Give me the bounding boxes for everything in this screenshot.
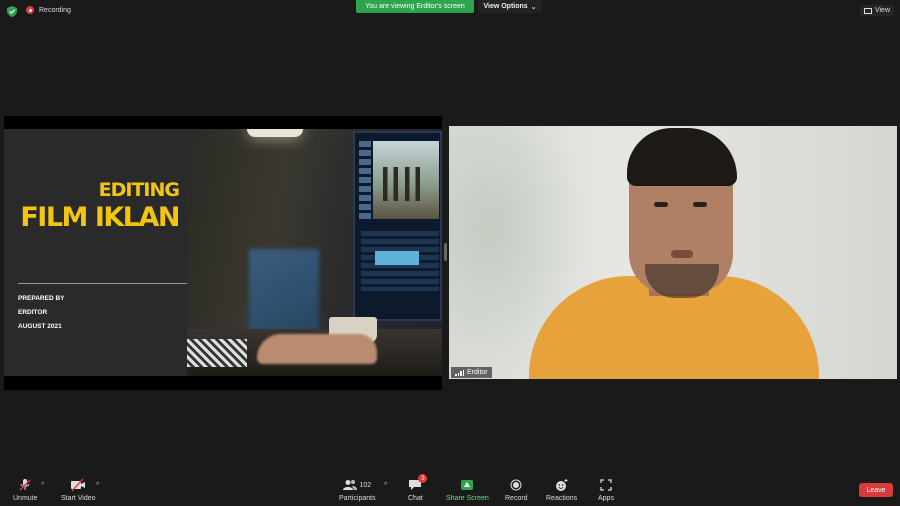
participants-icon-wrap: 102 bbox=[343, 478, 371, 492]
share-screen-label: Share Screen bbox=[446, 495, 489, 502]
unmute-button[interactable]: Unmute bbox=[13, 478, 38, 502]
chevron-down-icon: ⌄ bbox=[530, 3, 537, 11]
chat-button[interactable]: 3 Chat bbox=[408, 474, 428, 502]
participant-name: Erditor bbox=[467, 369, 488, 376]
recording-indicator[interactable]: Recording bbox=[26, 6, 71, 14]
participant-name-tag: Erditor bbox=[451, 367, 492, 378]
participants-count: 102 bbox=[359, 481, 372, 489]
shared-screen: EDITING FILM IKLAN PREPARED BY ERDITOR A… bbox=[4, 116, 442, 390]
view-button[interactable]: View bbox=[859, 5, 894, 16]
grid-view-icon bbox=[863, 7, 872, 14]
audio-options-caret-icon[interactable]: ^ bbox=[41, 482, 44, 489]
start-video-button[interactable]: Start Video bbox=[61, 478, 96, 502]
slide-title-line2: FILM IKLAN bbox=[20, 202, 180, 233]
video-off-icon bbox=[70, 478, 86, 492]
reactions-button[interactable]: Reactions bbox=[546, 478, 577, 502]
sleeve bbox=[187, 339, 247, 367]
reactions-icon bbox=[556, 478, 568, 491]
apps-label: Apps bbox=[598, 495, 614, 502]
security-shield-icon[interactable] bbox=[7, 6, 17, 17]
leave-button[interactable]: Leave bbox=[859, 483, 893, 497]
participant-hair bbox=[627, 128, 737, 186]
share-screen-icon-wrap bbox=[461, 478, 474, 492]
chat-icon-wrap: 3 bbox=[408, 474, 428, 492]
viewing-screen-banner: You are viewing Erditor's screen bbox=[356, 0, 474, 13]
signal-icon bbox=[455, 369, 464, 376]
recording-label: Recording bbox=[39, 6, 71, 14]
apps-icon bbox=[600, 479, 612, 491]
view-options-button[interactable]: View Options ⌄ bbox=[478, 0, 542, 13]
participants-button[interactable]: 102 Participants bbox=[339, 478, 376, 502]
participant-eye bbox=[693, 202, 707, 207]
muted-microphone-icon bbox=[18, 478, 32, 492]
video-options-caret-icon[interactable]: ^ bbox=[96, 482, 99, 489]
slide-prepared-by: PREPARED BY bbox=[18, 295, 65, 302]
monitor-clip bbox=[375, 251, 419, 265]
lamp bbox=[247, 129, 303, 137]
slide-date: AUGUST 2021 bbox=[18, 323, 62, 330]
record-label: Record bbox=[505, 495, 528, 502]
presentation-slide: EDITING FILM IKLAN PREPARED BY ERDITOR A… bbox=[4, 129, 442, 376]
participants-label: Participants bbox=[339, 495, 376, 502]
share-screen-button[interactable]: Share Screen bbox=[446, 478, 489, 502]
monitor-bins bbox=[359, 141, 371, 219]
apps-icon-wrap bbox=[600, 478, 612, 492]
participant-eye bbox=[654, 202, 668, 207]
apps-button[interactable]: Apps bbox=[598, 478, 614, 502]
meeting-toolbar: Unmute ^ Start Video ^ 102 Participants … bbox=[0, 470, 900, 506]
reactions-label: Reactions bbox=[546, 495, 578, 502]
slide-title-panel: EDITING FILM IKLAN PREPARED BY ERDITOR A… bbox=[4, 129, 187, 376]
slide-title-line1: EDITING bbox=[98, 179, 180, 201]
record-icon bbox=[510, 479, 522, 491]
participants-caret-icon[interactable]: ^ bbox=[384, 482, 387, 489]
participants-icon bbox=[343, 480, 358, 490]
hand bbox=[257, 334, 377, 364]
slide-divider bbox=[18, 283, 187, 284]
chat-label: Chat bbox=[408, 495, 423, 502]
record-button[interactable]: Record bbox=[505, 478, 528, 502]
view-options-label: View Options bbox=[483, 3, 528, 10]
monitor bbox=[353, 131, 442, 321]
slide-author: ERDITOR bbox=[18, 309, 48, 316]
share-screen-icon bbox=[461, 480, 474, 490]
chat-badge: 3 bbox=[418, 474, 428, 483]
monitor-people bbox=[383, 167, 427, 201]
start-video-label: Start Video bbox=[61, 495, 96, 502]
recording-icon bbox=[26, 6, 34, 14]
slide-photo-editing-desk bbox=[187, 129, 442, 376]
monitor-preview bbox=[373, 141, 439, 219]
reactions-icon-wrap bbox=[555, 478, 568, 492]
split-divider-handle[interactable] bbox=[444, 243, 447, 261]
record-icon-wrap bbox=[510, 478, 522, 492]
participant-video[interactable]: Erditor bbox=[449, 126, 897, 379]
view-label: View bbox=[874, 7, 890, 14]
unmute-label: Unmute bbox=[13, 495, 38, 502]
participant-mouth bbox=[671, 250, 693, 258]
